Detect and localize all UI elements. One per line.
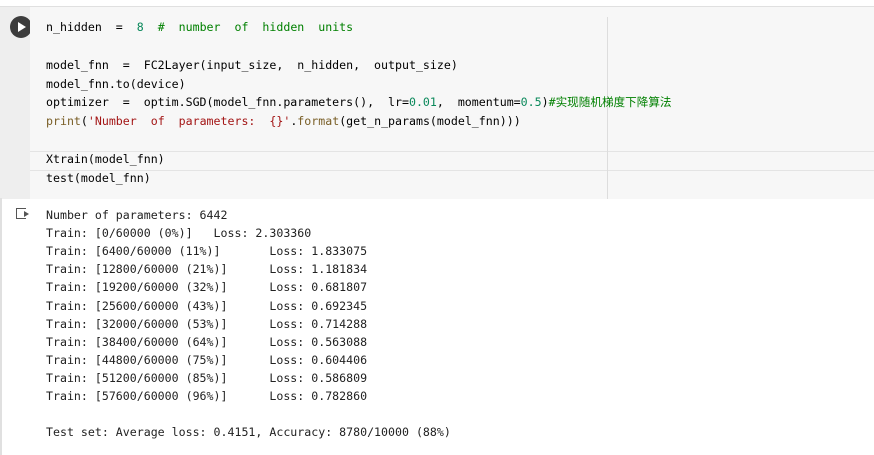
code-token: test(model_fnn) [46,171,151,185]
output-line: Train: [25600/60000 (43%)] Loss: 0.69234… [46,298,368,313]
code-token: 8 [136,20,144,34]
code-token: n_hidden = [46,20,137,34]
code-line: optimizer = optim.SGD(model_fnn.paramete… [46,93,672,111]
code-line: test(model_fnn) [46,169,151,187]
code-line: model_fnn = FC2Layer(input_size, n_hidde… [46,56,458,74]
code-line: model_fnn.to(device) [46,75,186,93]
run-cell-button[interactable] [10,16,32,38]
output-line: Train: [0/60000 (0%)] Loss: 2.303360 [46,226,312,241]
code-line: n_hidden = 8 # number of hidden units [46,18,353,36]
output-line: Train: [57600/60000 (96%)] Loss: 0.78286… [46,389,368,403]
output-line: Train: [32000/60000 (53%)] Loss: 0.71428… [46,316,368,331]
code-cell[interactable]: n_hidden = 8 # number of hidden units mod… [0,6,874,199]
code-token: 'Number of parameters: {}' [87,114,291,128]
code-token: # number of hidden units [143,20,354,34]
output-line: Train: [6400/60000 (11%)] Loss: 1.833075 [46,244,368,259]
code-token: model_fnn = FC2Layer(input_size, n_hidde… [46,58,458,72]
code-token: format [297,114,340,128]
output-divider [0,198,2,455]
code-token: optimizer = optim.SGD(model_fnn.paramete… [46,95,409,109]
output-line: Train: [12800/60000 (21%)] Loss: 1.18183… [46,262,368,277]
output-line: Train: [38400/60000 (64%)] Loss: 0.56308… [46,334,368,349]
output-line: Number of parameters: 6442 [46,208,228,222]
code-token: model_fnn.to(device) [46,77,186,91]
code-token: , momentum= [436,95,521,109]
output-line: Train: [19200/60000 (32%)] Loss: 0.68180… [46,280,368,295]
code-line: print('Number of parameters: {}'.format(… [46,112,521,130]
code-line: Xtrain(model_fnn) [46,150,165,168]
code-token: Xtrain(model_fnn) [46,152,165,166]
code-token: #实现随机梯度下降算法 [548,95,672,109]
code-token: 0.5 [520,95,542,109]
output-icon[interactable] [16,208,29,219]
output-line: Train: [44800/60000 (75%)] Loss: 0.60440… [46,352,368,367]
code-token: ) [541,95,549,109]
code-editor[interactable]: n_hidden = 8 # number of hidden units mod… [30,7,874,199]
output-line: Train: [51200/60000 (85%)] Loss: 0.58680… [46,370,368,385]
code-token: ( [80,114,88,128]
code-token: (get_n_params(model_fnn))) [339,114,521,128]
code-token: 0.01 [408,95,437,109]
output-line: Test set: Average loss: 0.4151, Accuracy… [46,425,451,440]
code-token: print [46,114,81,128]
